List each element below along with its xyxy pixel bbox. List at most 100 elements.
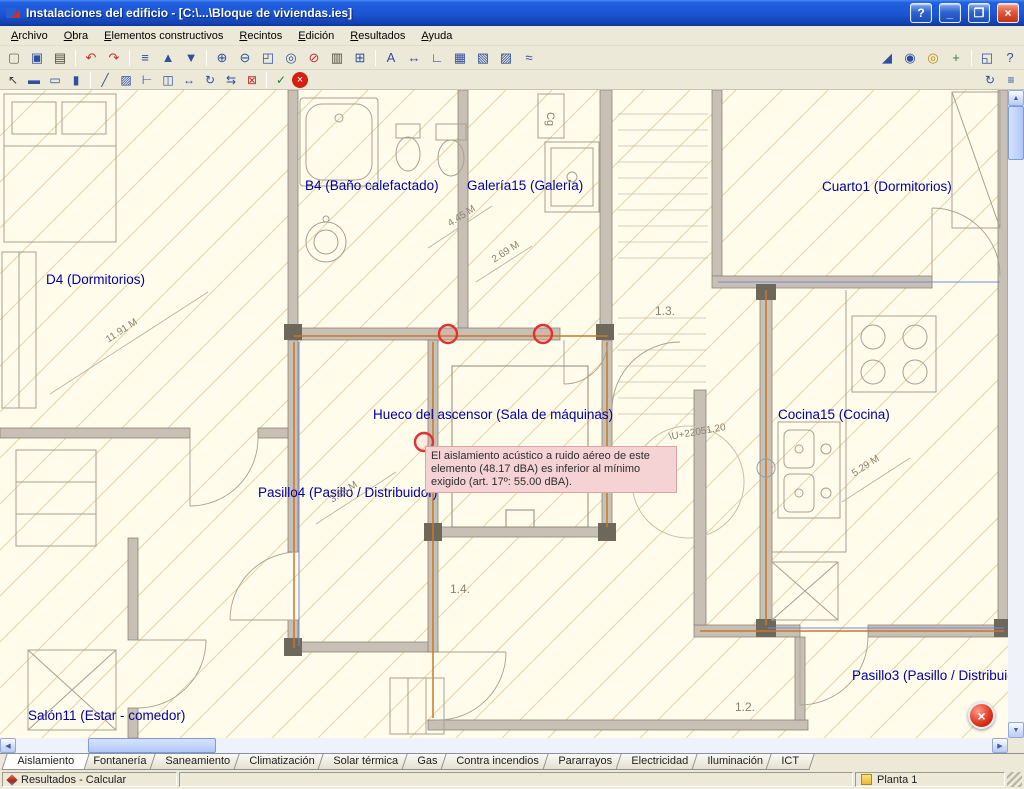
toolbar-separator [206, 50, 207, 66]
tab-solar-termica[interactable]: Solar térmica [318, 754, 414, 770]
room-label-d4[interactable]: D4 (Dormitorios) [46, 272, 145, 287]
scrollbar-corner [1008, 738, 1024, 753]
partition-tool-icon[interactable]: ▭ [45, 71, 65, 88]
status-bar: Resultados - Calcular Planta 1 [0, 770, 1024, 789]
toolbar-separator [266, 72, 267, 88]
scroll-down-button[interactable]: ▼ [1008, 722, 1024, 738]
save-icon[interactable]: ▣ [26, 48, 48, 68]
tab-label: Solar térmica [334, 755, 399, 767]
windows-icon[interactable]: ◱ [976, 48, 998, 68]
tab-bar: AislamientoFontaneríaSaneamientoClimatiz… [0, 753, 1024, 770]
rotate-icon[interactable]: ↻ [200, 71, 220, 88]
room-label-cocina15[interactable]: Cocina15 (Cocina) [778, 407, 890, 422]
acoustic-warning-marker[interactable] [439, 325, 457, 343]
select-icon[interactable]: ↖ [3, 71, 23, 88]
tab-iluminacion[interactable]: Iluminación [691, 754, 778, 770]
edit-toolbar: ↖▬▭▮╱▨⊢◫↔↻⇆⊠✓× ↻≡ [0, 70, 1024, 90]
measure-tool-icon[interactable]: ⊢ [137, 71, 157, 88]
capture-icon[interactable]: ◎ [922, 48, 944, 68]
undo-icon[interactable]: ↶ [80, 48, 102, 68]
stair-label-1-3: 1.3. [655, 304, 675, 318]
dimensions-icon[interactable]: ↔ [403, 48, 425, 68]
room-label-salon11[interactable]: Salón11 (Estar - comedor) [28, 708, 185, 723]
minimize-button[interactable]: _ [939, 3, 961, 23]
zoom-window-icon[interactable]: ◰ [257, 48, 279, 68]
vertical-scroll-thumb[interactable] [1008, 106, 1024, 160]
tab-saneamiento[interactable]: Saneamiento [149, 754, 245, 770]
layers-icon[interactable]: ▨ [495, 48, 517, 68]
toolbar-separator [971, 50, 972, 66]
visibility-icon[interactable]: ◉ [899, 48, 921, 68]
help-icon[interactable]: ? [999, 48, 1021, 68]
cancel-icon[interactable]: × [292, 72, 308, 88]
room-label-b4[interactable]: B4 (Baño calefactado) [305, 178, 439, 193]
cancel-zoom-icon[interactable]: ⊘ [303, 48, 325, 68]
grid-icon[interactable]: ▦ [449, 48, 471, 68]
ortho-icon[interactable]: ∟ [426, 48, 448, 68]
text-size-icon[interactable]: A [380, 48, 402, 68]
refresh-icon[interactable]: ↻ [980, 71, 1000, 88]
tab-climatizacion[interactable]: Climatización [233, 754, 330, 770]
redo-icon[interactable]: ↷ [103, 48, 125, 68]
menu-recintos[interactable]: Recintos [231, 27, 290, 45]
raise-icon[interactable]: ▲ [157, 48, 179, 68]
horizontal-scrollbar[interactable]: ◀ ▶ [0, 738, 1008, 753]
column-tool-icon[interactable]: ▮ [66, 71, 86, 88]
tab-label: Electricidad [631, 755, 688, 767]
close-button[interactable]: × [997, 3, 1019, 23]
copy-icon[interactable]: ◫ [158, 71, 178, 88]
scroll-up-button[interactable]: ▲ [1008, 90, 1024, 106]
tab-aislamiento[interactable]: Aislamiento [1, 754, 89, 770]
move-icon[interactable]: ↔ [179, 71, 199, 88]
pan-icon[interactable]: ⊞ [349, 48, 371, 68]
hatch-icon[interactable]: ▨ [116, 71, 136, 88]
open-icon[interactable]: ▢ [3, 48, 25, 68]
close-results-button[interactable]: × [968, 702, 995, 729]
acoustic-warning-tooltip: El aislamiento acústico a ruido aéreo de… [425, 446, 677, 493]
scroll-right-button[interactable]: ▶ [992, 738, 1008, 753]
room-label-cuarto1[interactable]: Cuarto1 (Dormitorios) [822, 179, 952, 194]
plant-selector[interactable]: Planta 1 [855, 772, 1005, 787]
horizontal-scroll-thumb[interactable] [88, 738, 216, 753]
room-label-galeria15[interactable]: Galería15 (Galería) [467, 178, 583, 193]
menu-edicion[interactable]: Edición [290, 27, 342, 45]
zoom-out-icon[interactable]: ⊖ [234, 48, 256, 68]
lower-icon[interactable]: ▼ [180, 48, 202, 68]
snap-icon[interactable]: ▧ [472, 48, 494, 68]
status-panel-middle [179, 772, 853, 787]
draw-icon[interactable]: ╱ [95, 71, 115, 88]
measure-icon[interactable]: ≈ [518, 48, 540, 68]
tab-pararrayos[interactable]: Pararrayos [542, 754, 627, 770]
help-titlebar-button[interactable]: ? [910, 3, 932, 23]
wall-tool-icon[interactable]: ▬ [24, 71, 44, 88]
tab-contra-incendios[interactable]: Contra incendios [441, 754, 555, 770]
pen-settings-icon[interactable]: ◢ [876, 48, 898, 68]
erase-icon[interactable]: ⊠ [242, 71, 262, 88]
print-view-icon[interactable]: ▥ [326, 48, 348, 68]
status-text: Resultados - Calcular [21, 774, 126, 786]
tab-electricidad[interactable]: Electricidad [615, 754, 703, 770]
resize-grip[interactable] [1007, 772, 1022, 787]
accept-icon[interactable]: ✓ [271, 71, 291, 88]
tab-ict[interactable]: ICT [766, 754, 815, 770]
print-icon[interactable]: ▤ [49, 48, 71, 68]
menu-obra[interactable]: Obra [56, 27, 96, 45]
room-label-pasillo3[interactable]: Pasillo3 (Pasillo / Distribuidor) [852, 668, 1008, 683]
plan-canvas[interactable]: B4 (Baño calefactado) Galería15 (Galería)… [0, 90, 1008, 738]
add-view-icon[interactable]: + [945, 48, 967, 68]
scroll-left-button[interactable]: ◀ [0, 738, 16, 753]
zoom-extents-icon[interactable]: ◎ [280, 48, 302, 68]
maximize-button[interactable]: ❐ [968, 3, 990, 23]
element-list-icon[interactable]: ≡ [134, 48, 156, 68]
mirror-icon[interactable]: ⇆ [221, 71, 241, 88]
room-label-hueco-ascensor[interactable]: Hueco del ascensor (Sala de máquinas) [373, 407, 613, 422]
menu-ayuda[interactable]: Ayuda [413, 27, 460, 45]
vertical-scrollbar[interactable]: ▲ ▼ [1008, 90, 1024, 738]
acoustic-warning-marker[interactable] [534, 325, 552, 343]
options-icon[interactable]: ≡ [1001, 71, 1021, 88]
menu-archivo[interactable]: Archivo [3, 27, 56, 45]
main-toolbar-right: ◢◉◎+ ◱? [876, 48, 1021, 68]
menu-elementos-constructivos[interactable]: Elementos constructivos [96, 27, 231, 45]
menu-resultados[interactable]: Resultados [342, 27, 413, 45]
zoom-in-icon[interactable]: ⊕ [211, 48, 233, 68]
